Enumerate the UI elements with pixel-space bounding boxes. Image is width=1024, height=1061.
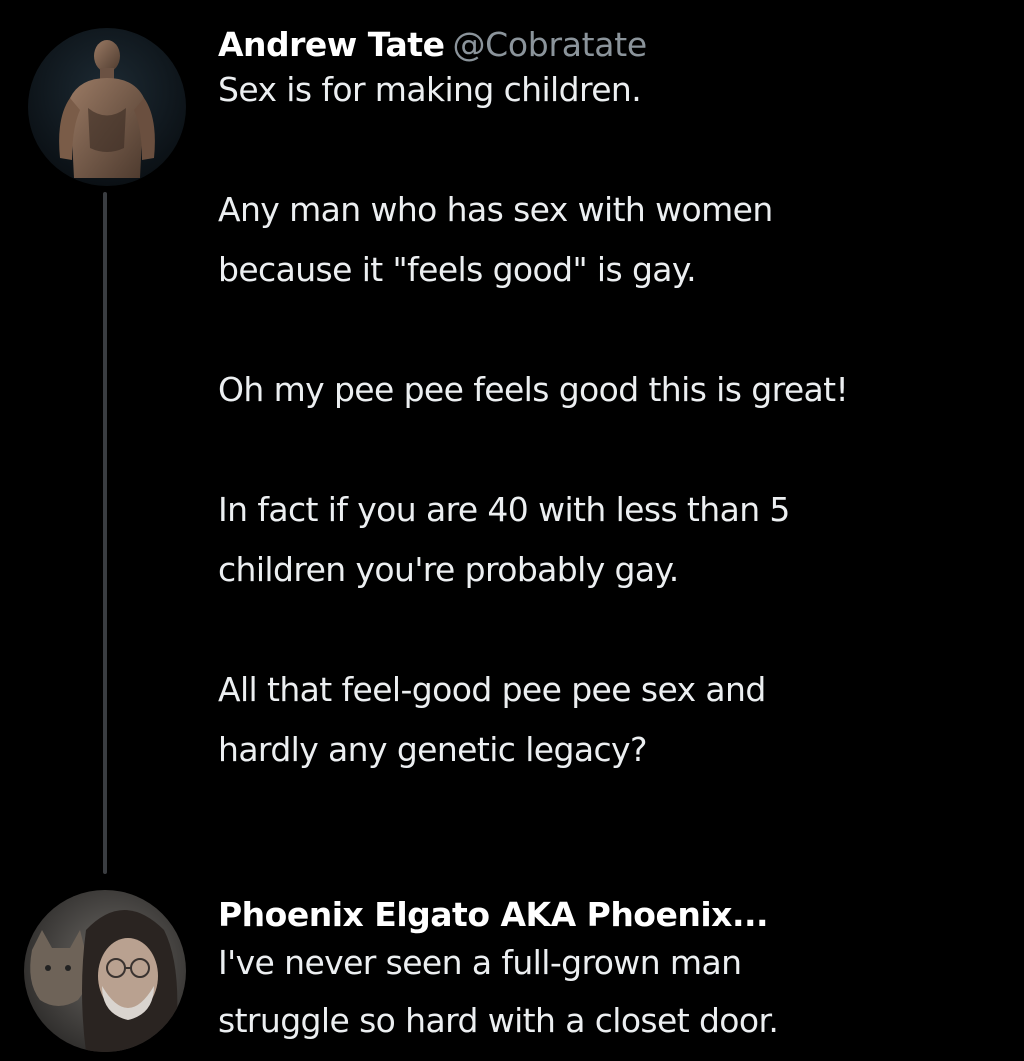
tweet-body: Andrew Tate @Cobratate Sex is for making … (218, 22, 1004, 780)
tweet-body: Phoenix Elgato AKA Phoenix... I've never… (218, 892, 1004, 1050)
tweet-original[interactable]: Andrew Tate @Cobratate Sex is for making … (0, 0, 1024, 880)
author-avatar[interactable] (28, 28, 186, 186)
author-display-name[interactable]: Phoenix Elgato AKA Phoenix... (218, 895, 769, 934)
thread-connector-line (103, 192, 107, 874)
author-display-name[interactable]: Andrew Tate (218, 25, 445, 64)
tweet-paragraph: All that feel-good pee pee sex and hardl… (218, 670, 766, 769)
tweet-text: I've never seen a full-grown man struggl… (218, 934, 1004, 1050)
tweet-paragraph: Oh my pee pee feels good this is great! (218, 370, 849, 409)
tweet-paragraph: I've never seen a full-grown man struggl… (218, 943, 779, 1040)
tweet-paragraph: Any man who has sex with women because i… (218, 190, 773, 289)
tweet-reply[interactable]: Phoenix Elgato AKA Phoenix... I've never… (0, 880, 1024, 1061)
tweet-thread: Andrew Tate @Cobratate Sex is for making … (0, 0, 1024, 1061)
avatar-photo-icon (59, 40, 155, 178)
avatar-photo-icon (30, 910, 178, 1052)
tweet-header: Phoenix Elgato AKA Phoenix... (218, 892, 1004, 938)
author-handle[interactable]: @Cobratate (452, 25, 647, 64)
tweet-paragraph: Sex is for making children. (218, 70, 642, 109)
tweet-text: Sex is for making children. Any man who … (218, 60, 1004, 780)
author-avatar[interactable] (24, 890, 186, 1052)
tweet-paragraph: In fact if you are 40 with less than 5 c… (218, 490, 790, 589)
